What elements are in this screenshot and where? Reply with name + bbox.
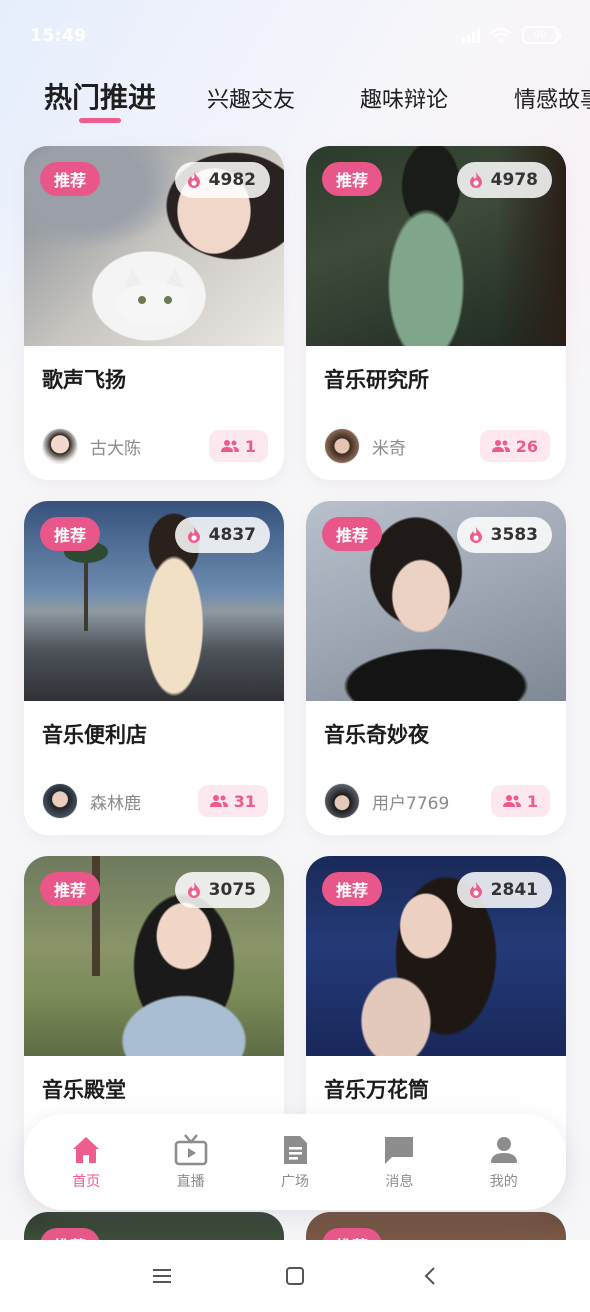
flame-icon <box>469 882 482 898</box>
heat-count: 3583 <box>456 517 552 553</box>
signal-icon <box>462 27 480 43</box>
category-tabs: 热门推进 兴趣交友 趣味辩论 情感故事 <box>0 70 590 130</box>
host-name: 米奇 <box>372 438 406 459</box>
host-avatar[interactable] <box>324 783 360 819</box>
status-bar: 15:49 80 <box>0 0 590 70</box>
member-count: 26 <box>515 436 538 456</box>
battery-icon: 80 <box>522 26 561 44</box>
host-name: 森林鹿 <box>90 793 141 814</box>
nav-home[interactable]: 首页 <box>38 1133 134 1191</box>
room-title: 音乐便利店 <box>42 723 147 747</box>
tv-icon <box>174 1134 207 1166</box>
heat-count: 4978 <box>456 162 552 198</box>
room-title: 音乐万花筒 <box>324 1078 429 1102</box>
heat-value: 4978 <box>490 170 538 190</box>
recommend-badge: 推荐 <box>40 517 101 551</box>
status-time: 15:49 <box>30 26 87 46</box>
nav-label: 广场 <box>280 1174 309 1190</box>
heat-count: 2841 <box>456 872 552 908</box>
tab-indicator <box>79 118 121 123</box>
member-count: 1 <box>526 791 538 811</box>
host-row: 古大陈 1 <box>42 428 268 464</box>
nav-label: 首页 <box>72 1174 101 1190</box>
nav-label: 我的 <box>489 1174 518 1190</box>
heat-count: 4837 <box>174 517 270 553</box>
host-name: 用户7769 <box>372 793 450 814</box>
nav-label: 消息 <box>385 1174 414 1190</box>
menu-icon[interactable] <box>150 1264 174 1288</box>
people-icon <box>220 440 239 452</box>
host-row: 米奇 26 <box>324 428 550 464</box>
recommend-badge: 推荐 <box>40 872 101 906</box>
cat-shape <box>118 268 190 326</box>
host-avatar[interactable] <box>42 428 78 464</box>
heat-value: 2841 <box>490 880 538 900</box>
member-count-badge: 1 <box>208 430 268 462</box>
room-card[interactable]: 推荐 4982 歌声飞扬 古大陈 1 <box>24 146 284 480</box>
flame-icon <box>469 527 482 543</box>
home-icon <box>73 1137 100 1163</box>
wifi-icon <box>490 28 512 43</box>
people-icon <box>491 440 510 452</box>
member-count: 31 <box>233 791 256 811</box>
tab-debate[interactable]: 趣味辩论 <box>360 82 448 114</box>
heat-value: 4982 <box>208 170 256 190</box>
nav-square[interactable]: 广场 <box>247 1133 343 1191</box>
person-icon <box>490 1137 517 1163</box>
member-count-badge: 31 <box>197 785 268 817</box>
room-card[interactable]: 推荐 4978 音乐研究所 米奇 26 <box>306 146 566 480</box>
battery-level: 80 <box>533 29 547 41</box>
room-title: 音乐研究所 <box>324 368 429 392</box>
recommend-badge: 推荐 <box>322 517 383 551</box>
room-title: 音乐奇妙夜 <box>324 723 429 747</box>
heat-count: 4982 <box>174 162 270 198</box>
room-title: 音乐殿堂 <box>42 1078 126 1102</box>
people-icon <box>502 795 521 807</box>
flame-icon <box>187 882 200 898</box>
bottom-nav: 首页 直播 广场 消息 我的 <box>24 1114 566 1210</box>
host-avatar[interactable] <box>324 428 360 464</box>
status-icons: 80 <box>462 26 561 44</box>
heat-value: 3583 <box>490 525 538 545</box>
room-card[interactable]: 推荐 3583 音乐奇妙夜 用户7769 1 <box>306 501 566 835</box>
flame-icon <box>469 172 482 188</box>
document-icon <box>283 1136 307 1164</box>
system-nav-bar <box>0 1240 590 1312</box>
flame-icon <box>187 172 200 188</box>
tab-interest[interactable]: 兴趣交友 <box>207 82 295 114</box>
host-row: 用户7769 1 <box>324 783 550 819</box>
nav-messages[interactable]: 消息 <box>351 1133 447 1191</box>
recommend-badge: 推荐 <box>40 162 101 196</box>
heat-value: 4837 <box>208 525 256 545</box>
flame-icon <box>187 527 200 543</box>
member-count: 1 <box>244 436 256 456</box>
people-icon <box>209 795 228 807</box>
nav-live[interactable]: 直播 <box>143 1133 239 1191</box>
nav-profile[interactable]: 我的 <box>456 1133 552 1191</box>
host-name: 古大陈 <box>90 438 141 459</box>
recommend-badge: 推荐 <box>322 872 383 906</box>
message-icon <box>385 1137 414 1164</box>
tab-stories[interactable]: 情感故事 <box>514 82 590 114</box>
recommend-badge: 推荐 <box>322 162 383 196</box>
back-icon[interactable] <box>419 1264 443 1288</box>
heat-value: 3075 <box>208 880 256 900</box>
heat-count: 3075 <box>174 872 270 908</box>
host-avatar[interactable] <box>42 783 78 819</box>
room-card[interactable]: 推荐 4837 音乐便利店 森林鹿 31 <box>24 501 284 835</box>
member-count-badge: 1 <box>490 785 550 817</box>
nav-label: 直播 <box>176 1174 205 1190</box>
home-square-icon[interactable] <box>283 1264 307 1288</box>
room-title: 歌声飞扬 <box>42 368 126 392</box>
tab-hot[interactable]: 热门推进 <box>44 76 156 116</box>
host-row: 森林鹿 31 <box>42 783 268 819</box>
member-count-badge: 26 <box>479 430 550 462</box>
